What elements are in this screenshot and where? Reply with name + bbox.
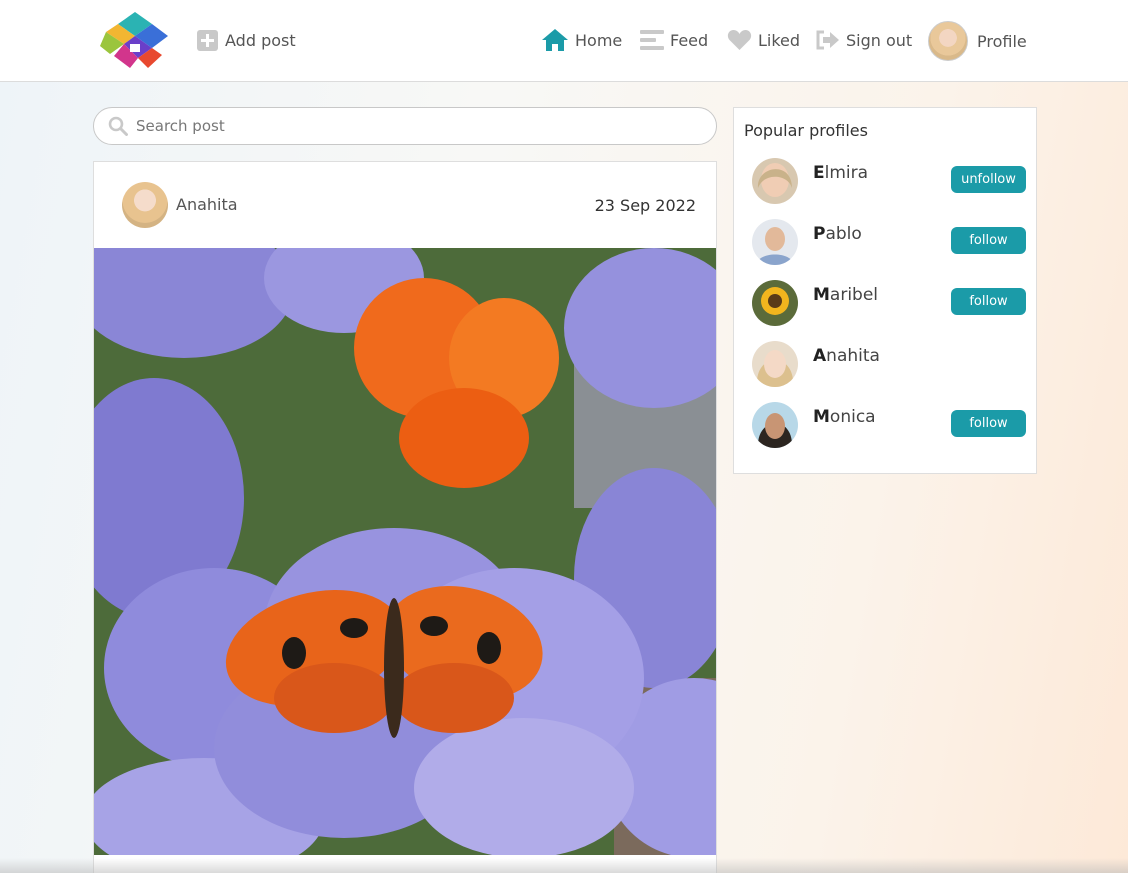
add-post-button[interactable]: Add post	[197, 29, 296, 51]
nav-liked[interactable]: Liked	[727, 26, 800, 54]
profile-row-elmira: Elmira unfollow	[752, 158, 1026, 204]
search-bar	[93, 107, 717, 145]
nav-home-label: Home	[575, 30, 623, 50]
nav-home[interactable]: Home	[541, 26, 622, 54]
profile-row-maribel: Maribel follow	[752, 280, 1026, 326]
add-post-label: Add post	[225, 30, 296, 50]
bottom-edge-shadow	[0, 858, 1128, 873]
post-author-avatar[interactable]	[122, 182, 168, 228]
plus-square-icon	[197, 29, 218, 51]
follow-button[interactable]: follow	[951, 227, 1026, 254]
avatar[interactable]	[752, 341, 798, 387]
profile-row-anahita: Anahita	[752, 341, 1026, 387]
post-date: 23 Sep 2022	[594, 196, 696, 215]
nav-sign-out-label: Sign out	[846, 30, 913, 50]
top-navbar: Add post Home Feed Liked Sign out Profil…	[0, 0, 1128, 82]
avatar[interactable]	[752, 219, 798, 265]
unfollow-button[interactable]: unfollow	[951, 166, 1026, 193]
profile-row-monica: Monica follow	[752, 402, 1026, 448]
nav-sign-out[interactable]: Sign out	[815, 26, 912, 54]
profile-name[interactable]: Anahita	[813, 346, 880, 366]
nav-liked-label: Liked	[758, 30, 801, 50]
post-photo	[94, 248, 716, 855]
sidebar-title: Popular profiles	[744, 121, 868, 140]
avatar[interactable]	[752, 402, 798, 448]
list-icon	[640, 30, 664, 50]
heart-icon	[727, 30, 752, 50]
avatar	[928, 21, 968, 61]
profile-row-pablo: Pablo follow	[752, 219, 1026, 265]
nav-profile-label: Profile	[977, 31, 1027, 51]
profile-name[interactable]: Pablo	[813, 224, 862, 244]
follow-button[interactable]: follow	[951, 288, 1026, 315]
search-icon	[108, 116, 128, 136]
post-card: Anahita 23 Sep 2022	[93, 161, 717, 873]
profile-name[interactable]: Monica	[813, 407, 876, 427]
popular-profiles-panel: Popular profiles Elmira unfollow Pablo f…	[733, 107, 1037, 474]
profile-name[interactable]: Maribel	[813, 285, 878, 305]
nav-feed-label: Feed	[670, 30, 709, 50]
follow-button[interactable]: follow	[951, 410, 1026, 437]
nav-feed[interactable]: Feed	[640, 26, 708, 54]
post-image[interactable]	[94, 248, 716, 855]
sign-out-icon	[816, 30, 839, 50]
logo-icon[interactable]	[100, 12, 170, 70]
post-header: Anahita 23 Sep 2022	[94, 162, 716, 248]
post-author-name[interactable]: Anahita	[176, 195, 238, 214]
nav-profile[interactable]: Profile	[928, 21, 1027, 61]
avatar[interactable]	[752, 158, 798, 204]
avatar[interactable]	[752, 280, 798, 326]
profile-name[interactable]: Elmira	[813, 163, 868, 183]
home-icon	[542, 29, 568, 51]
search-input[interactable]	[136, 117, 696, 135]
